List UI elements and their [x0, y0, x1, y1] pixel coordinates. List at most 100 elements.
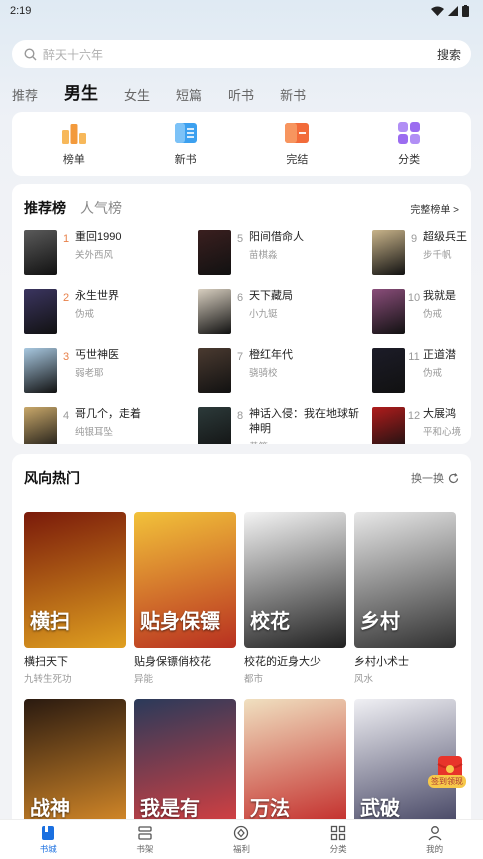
book-cover: [198, 348, 231, 393]
shortcut-category[interactable]: 分类: [374, 121, 444, 167]
nav-welfare[interactable]: 福利: [211, 825, 271, 855]
rank-info: 永生世界 伪戒: [75, 289, 193, 320]
rank-info: 神话入侵：我在地球斩神明黄笔: [249, 407, 367, 444]
book-cover: [198, 289, 231, 334]
refresh-icon: [448, 472, 459, 483]
tab-recommend[interactable]: 推荐: [12, 85, 38, 104]
ranking-item[interactable]: 5 阳间借命人 苗棋淼: [198, 230, 372, 276]
nav-bookstore[interactable]: 书城: [18, 825, 78, 855]
hot-card: 风向热门 换一换 横扫 横扫天下 九转生死功 贴身保镖 贴身保镖俏校花 异能 校花 校花的近身…: [12, 454, 471, 854]
search-icon: [24, 47, 37, 60]
refresh-button[interactable]: 换一换: [411, 470, 459, 486]
ranking-item[interactable]: 6 天下藏局 小九铤: [198, 289, 372, 335]
book-title: 丐世神医: [75, 349, 119, 361]
hot-book[interactable]: 战神: [24, 699, 126, 835]
cover-title-art: 战神: [30, 798, 70, 820]
book-author: 弱老耶: [75, 368, 104, 379]
search-bar[interactable]: 醉天十六年 搜索: [12, 40, 471, 68]
rank-info: 大展鸿 平和心境: [423, 407, 471, 438]
book-author: 骁骑校: [249, 368, 278, 379]
tab-recommend-rank[interactable]: 推荐榜: [24, 198, 66, 218]
ranking-item[interactable]: 4 哥几个，走着 纯银耳坠: [24, 407, 198, 444]
nav-welfare-label: 福利: [232, 843, 250, 854]
nav-profile-label: 我的: [426, 843, 444, 854]
tab-male[interactable]: 男生: [64, 79, 98, 104]
rank-info: 橙红年代 骁骑校: [249, 348, 367, 379]
rank-number: 6: [236, 292, 244, 304]
finished-icon: [285, 123, 310, 143]
ranking-item[interactable]: 1 重回1990 关外西风: [24, 230, 198, 276]
book-tag: 九转生死功: [24, 674, 72, 685]
rank-info: 阳间借命人 苗棋淼: [249, 230, 367, 261]
cover-title-art: 贴身保镖: [140, 611, 220, 633]
shortcut-ranking[interactable]: 榜单: [39, 121, 109, 167]
tab-short[interactable]: 短篇: [176, 85, 202, 104]
book-title: 神话入侵：我在地球斩神明: [249, 408, 359, 435]
book-title: 橙红年代: [249, 349, 293, 361]
book-cover: 战神: [24, 699, 126, 835]
nav-profile[interactable]: 我的: [405, 825, 465, 855]
tab-female[interactable]: 女生: [124, 85, 150, 104]
book-title: 阳间借命人: [249, 231, 304, 243]
red-packet-label[interactable]: 签到领现: [428, 775, 466, 788]
ranking-item[interactable]: 8 神话入侵：我在地球斩神明黄笔: [198, 407, 372, 444]
book-cover: [372, 289, 405, 334]
shortcut-finished[interactable]: 完结: [262, 121, 332, 167]
profile-icon: [428, 825, 442, 840]
hot-title: 风向热门: [24, 470, 80, 486]
book-author: 伪戒: [423, 309, 443, 320]
book-author: 伪戒: [423, 368, 443, 379]
shortcut-ranking-label: 榜单: [62, 154, 85, 166]
book-author: 步千帆: [423, 250, 452, 261]
cover-title-art: 横扫: [30, 611, 70, 633]
hot-book[interactable]: 横扫 横扫天下 九转生死功: [24, 512, 126, 685]
book-title: 哥几个，走着: [75, 408, 141, 420]
category-icon: [330, 825, 346, 840]
nav-category[interactable]: 分类: [308, 825, 368, 855]
new-book-icon: [174, 123, 197, 143]
rank-number: 1: [62, 233, 70, 245]
shortcut-new-book-label: 新书: [174, 154, 197, 166]
search-button[interactable]: 搜索: [437, 46, 461, 63]
ranking-item[interactable]: 3 丐世神医 弱老耶: [24, 348, 198, 394]
hot-book[interactable]: 万法: [244, 699, 346, 835]
tab-new[interactable]: 新书: [280, 85, 306, 104]
book-title: 贴身保镖俏校花: [134, 656, 211, 668]
full-ranking-link[interactable]: 完整榜单 >: [410, 201, 459, 216]
nav-bookshelf[interactable]: 书架: [115, 825, 175, 855]
book-tag: 都市: [244, 674, 264, 685]
book-cover: [24, 407, 57, 444]
ranking-item[interactable]: 10 我就是伪戒: [372, 289, 471, 335]
book-tag: 风水: [354, 674, 374, 685]
book-author: 平和心境: [423, 427, 462, 438]
rank-number: 10: [407, 292, 421, 304]
book-author: 苗棋淼: [249, 250, 278, 261]
cover-title-art: 校花: [250, 611, 290, 633]
ranking-item[interactable]: 2 永生世界 伪戒: [24, 289, 198, 335]
status-bar: 2:19: [0, 0, 483, 22]
book-title: 我就是: [423, 290, 456, 302]
search-input[interactable]: 醉天十六年: [43, 46, 437, 63]
book-title: 重回1990: [75, 231, 122, 243]
ranking-item[interactable]: 12 大展鸿 平和心境: [372, 407, 471, 444]
ranking-item[interactable]: 11 正道潜 伪戒: [372, 348, 471, 394]
cover-title-art: 武破: [360, 798, 400, 820]
tab-popular-rank[interactable]: 人气榜: [80, 198, 122, 218]
hot-book[interactable]: 贴身保镖贴身保镖俏校花 异能: [134, 512, 236, 685]
book-cover: [372, 407, 405, 444]
hot-book[interactable]: 乡村 乡村小术士 风水: [354, 512, 456, 685]
shortcut-new-book[interactable]: 新书: [151, 121, 221, 167]
book-author: 关外西风: [75, 250, 114, 261]
category-shortcuts: 榜单 新书 完结 分类: [12, 112, 471, 176]
ranking-item[interactable]: 9 超级兵王 步千帆: [372, 230, 471, 276]
hot-book[interactable]: 我是有: [134, 699, 236, 835]
hot-book[interactable]: 校花 校花的近身大少 都市: [244, 512, 346, 685]
book-cover: [372, 348, 405, 393]
tab-audio[interactable]: 听书: [228, 85, 254, 104]
book-cover: [198, 407, 231, 444]
book-cover: [198, 230, 231, 275]
book-tag: 异能: [134, 674, 154, 685]
ranking-item[interactable]: 7 橙红年代 骁骑校: [198, 348, 372, 394]
rank-info: 哥几个，走着 纯银耳坠: [75, 407, 193, 438]
cover-title-art: 万法: [250, 798, 290, 820]
